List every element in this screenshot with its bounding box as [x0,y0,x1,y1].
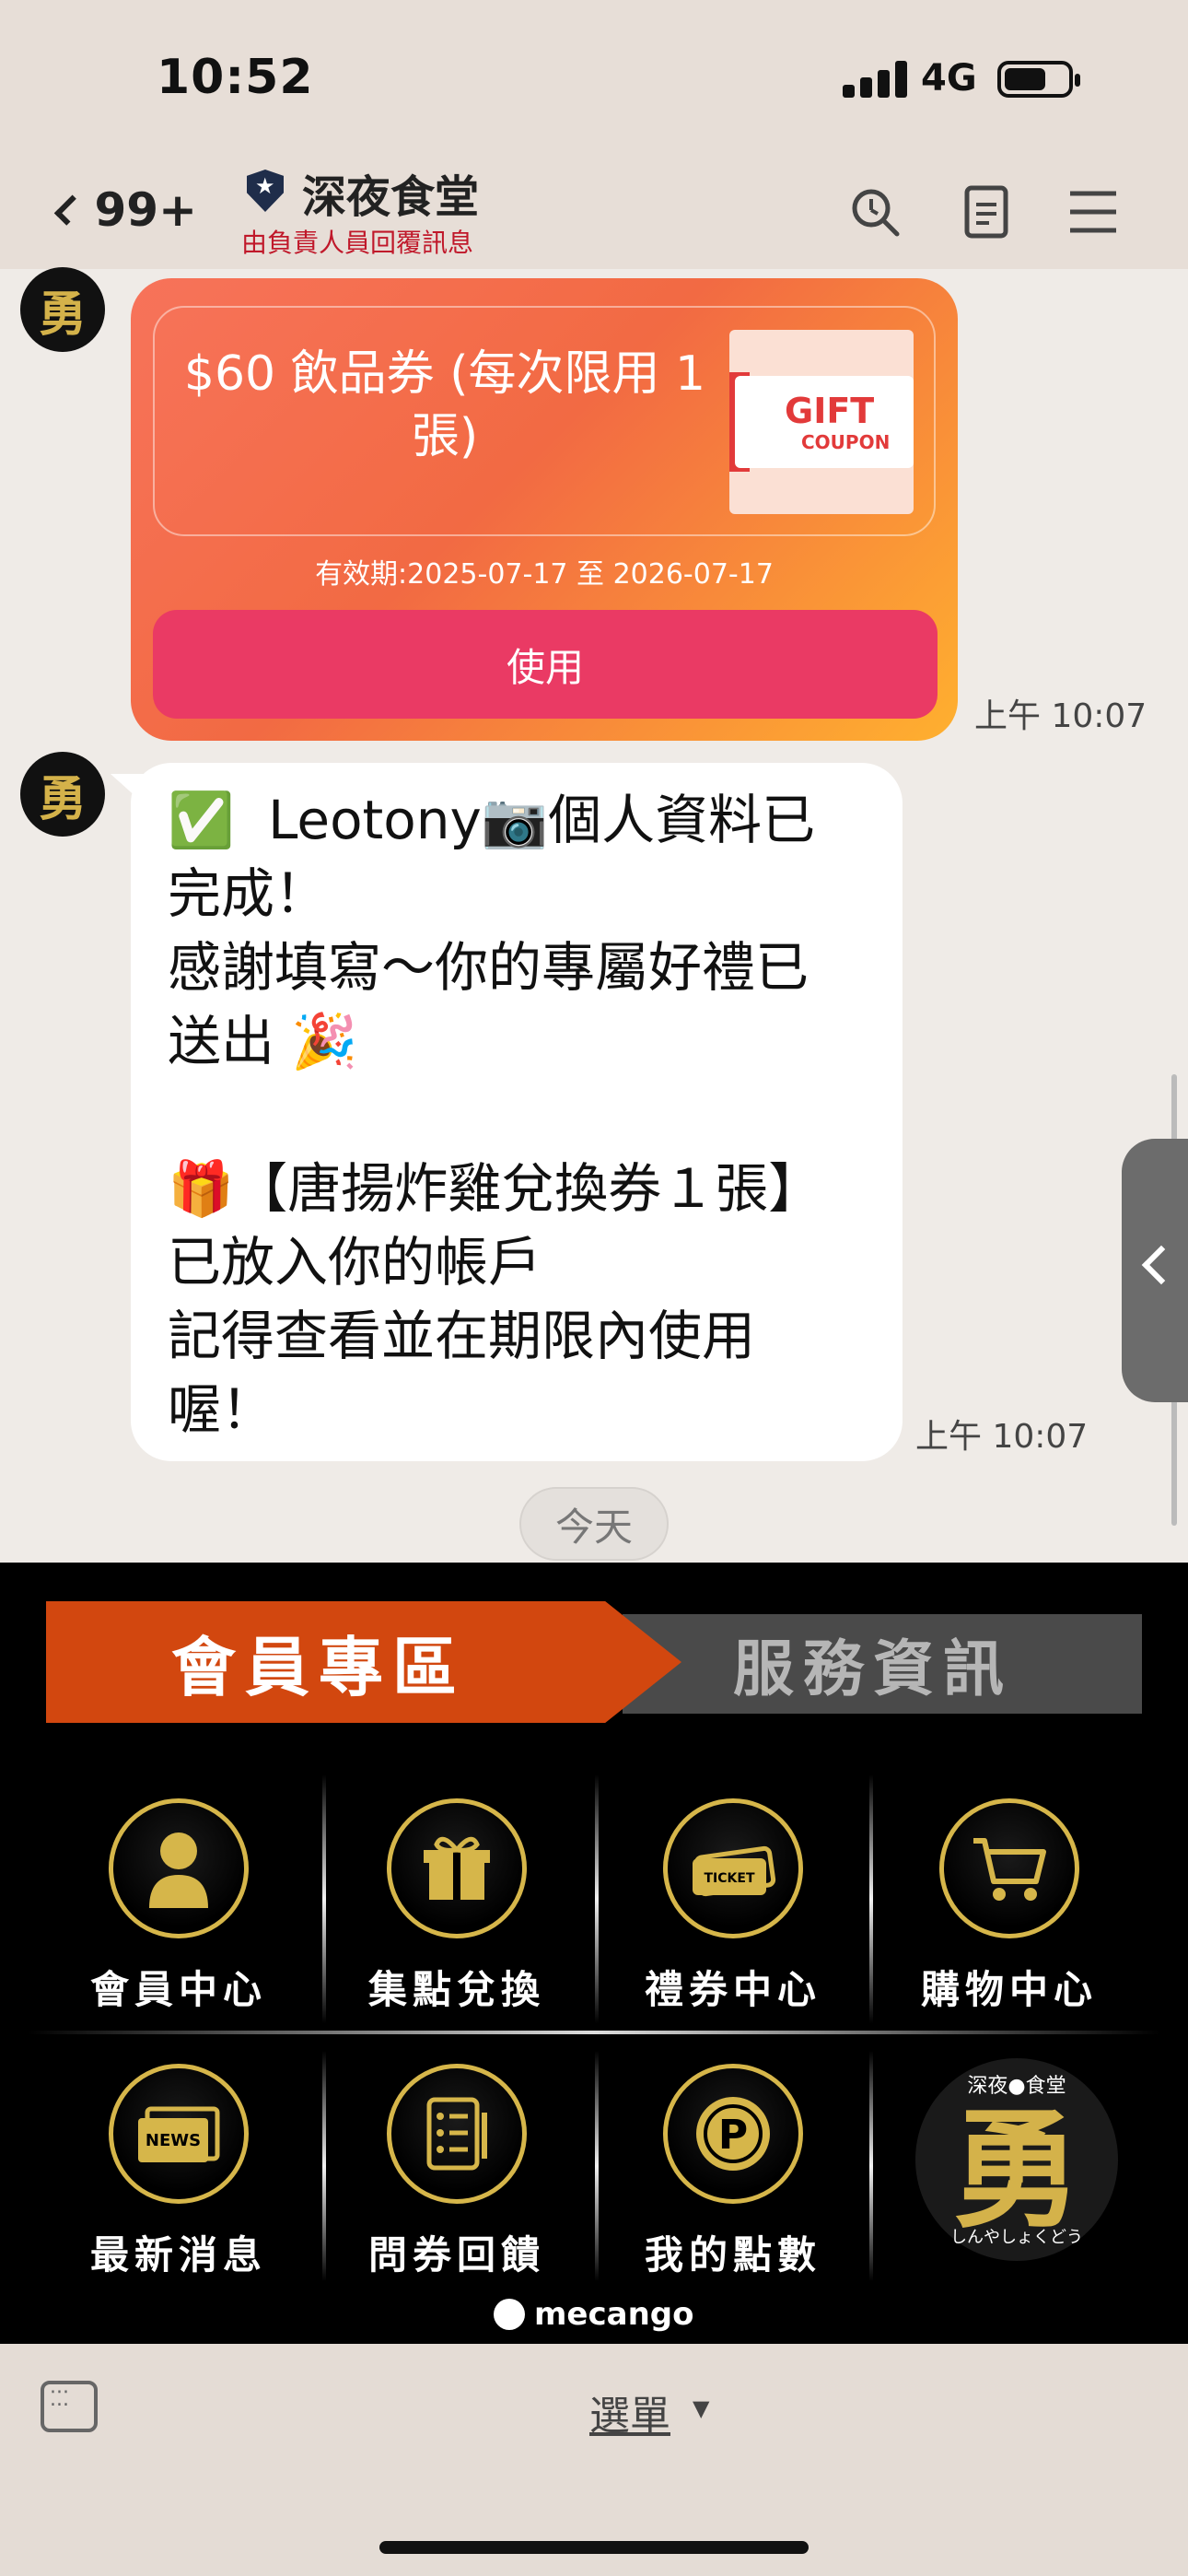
menu-label: 最新消息 [89,2232,267,2277]
menu-points-exchange[interactable]: 集點兌換 [319,1798,595,2029]
menu-coupon-center[interactable]: TICKET 禮券中心 [595,1798,871,2029]
coupon-title: $60 飲品券 (每次限用 1 張) [183,346,706,464]
menu-label: 禮券中心 [644,1967,821,2012]
coupon-validity: 有效期:2025-07-17 至 2026-07-17 [315,558,774,591]
avatar[interactable]: 勇 [20,752,105,837]
tab-service-info[interactable]: 服務資訊 [623,1614,1142,1714]
search-icon[interactable] [847,184,903,240]
chevron-left-icon [53,194,85,226]
signal-icon [843,61,907,98]
notes-icon[interactable] [960,184,1015,240]
gift-text: GIFT [785,391,875,431]
menu-my-points[interactable]: P 我的點數 [595,2064,871,2294]
svg-text:P: P [718,2112,748,2159]
mecango-label: mecango [534,2296,694,2333]
points-icon: P [663,2064,803,2204]
divider [28,2031,1160,2034]
chat-header: 99+ 深夜食堂 由負責人員回覆訊息 [0,147,1188,269]
rich-menu-toggle[interactable]: 選單 [589,2383,670,2441]
date-divider: 今天 [519,1487,669,1561]
chat-subtitle: 由負責人員回覆訊息 [241,228,474,258]
divider [869,2051,873,2281]
mecango-logo-icon [494,2299,525,2330]
menu-label: 我的點數 [644,2232,821,2277]
use-coupon-button[interactable]: 使用 [153,610,938,719]
svg-text:NEWS: NEWS [146,2131,201,2150]
chat-title[interactable]: 深夜食堂 [302,160,479,225]
message-timestamp: 上午 10:07 [974,697,1147,735]
menu-member-center[interactable]: 會員中心 [41,1798,317,2029]
menu-label: 購物中心 [920,1967,1098,2012]
survey-icon [387,2064,527,2204]
brand-logo[interactable]: 深夜●食堂 勇 しんやしょくどう [915,2058,1118,2261]
menu-label: 問券回饋 [367,2232,545,2277]
unread-count: 99+ [94,183,197,237]
keyboard-icon[interactable] [41,2381,98,2432]
home-indicator[interactable] [379,2541,809,2554]
network-label: 4G [921,57,977,100]
tab-member-zone[interactable]: 會員專區 [46,1601,681,1723]
battery-icon [997,61,1080,98]
news-icon: NEWS [109,2064,249,2204]
gift-icon [387,1798,527,1938]
menu-label: 集點兌換 [367,1967,545,2012]
menu-icon[interactable] [1066,184,1122,240]
back-button[interactable]: 99+ [50,181,197,240]
verified-shield-icon [247,170,284,212]
gift-subtext: COUPON [801,431,891,453]
svg-text:TICKET: TICKET [705,1871,755,1886]
side-panel-handle[interactable] [1122,1139,1188,1402]
gift-coupon-image: GIFT COUPON [729,330,914,514]
powered-by: mecango [494,2296,694,2333]
message-text: ✅ Leotony📷個人資料已 完成！ 感謝填寫～你的專屬好禮已 送出 🎉 🎁【… [168,789,822,1441]
coupon-card[interactable]: $60 飲品券 (每次限用 1 張) GIFT COUPON 有效期:2025-… [131,278,958,741]
menu-survey[interactable]: 問券回饋 [319,2064,595,2294]
caret-down-icon: ▼ [693,2395,710,2421]
avatar[interactable]: 勇 [20,267,105,352]
message-bubble[interactable]: ✅ Leotony📷個人資料已 完成！ 感謝填寫～你的專屬好禮已 送出 🎉 🎁【… [131,763,903,1461]
cart-icon [939,1798,1079,1938]
rich-menu: 服務資訊 會員專區 會員中心 集點兌換 TICKET 禮券中心 購物中心 NEW… [0,1563,1188,2344]
menu-shopping-center[interactable]: 購物中心 [871,1798,1147,2029]
ticket-icon: TICKET [663,1798,803,1938]
message-timestamp: 上午 10:07 [915,1418,1089,1456]
member-icon [109,1798,249,1938]
menu-latest-news[interactable]: NEWS 最新消息 [41,2064,317,2294]
bottom-bar: 選單 ▼ [0,2344,1188,2576]
status-bar: 10:52 4G [0,0,1188,147]
status-time: 10:52 [157,50,314,105]
menu-label: 會員中心 [89,1967,267,2012]
